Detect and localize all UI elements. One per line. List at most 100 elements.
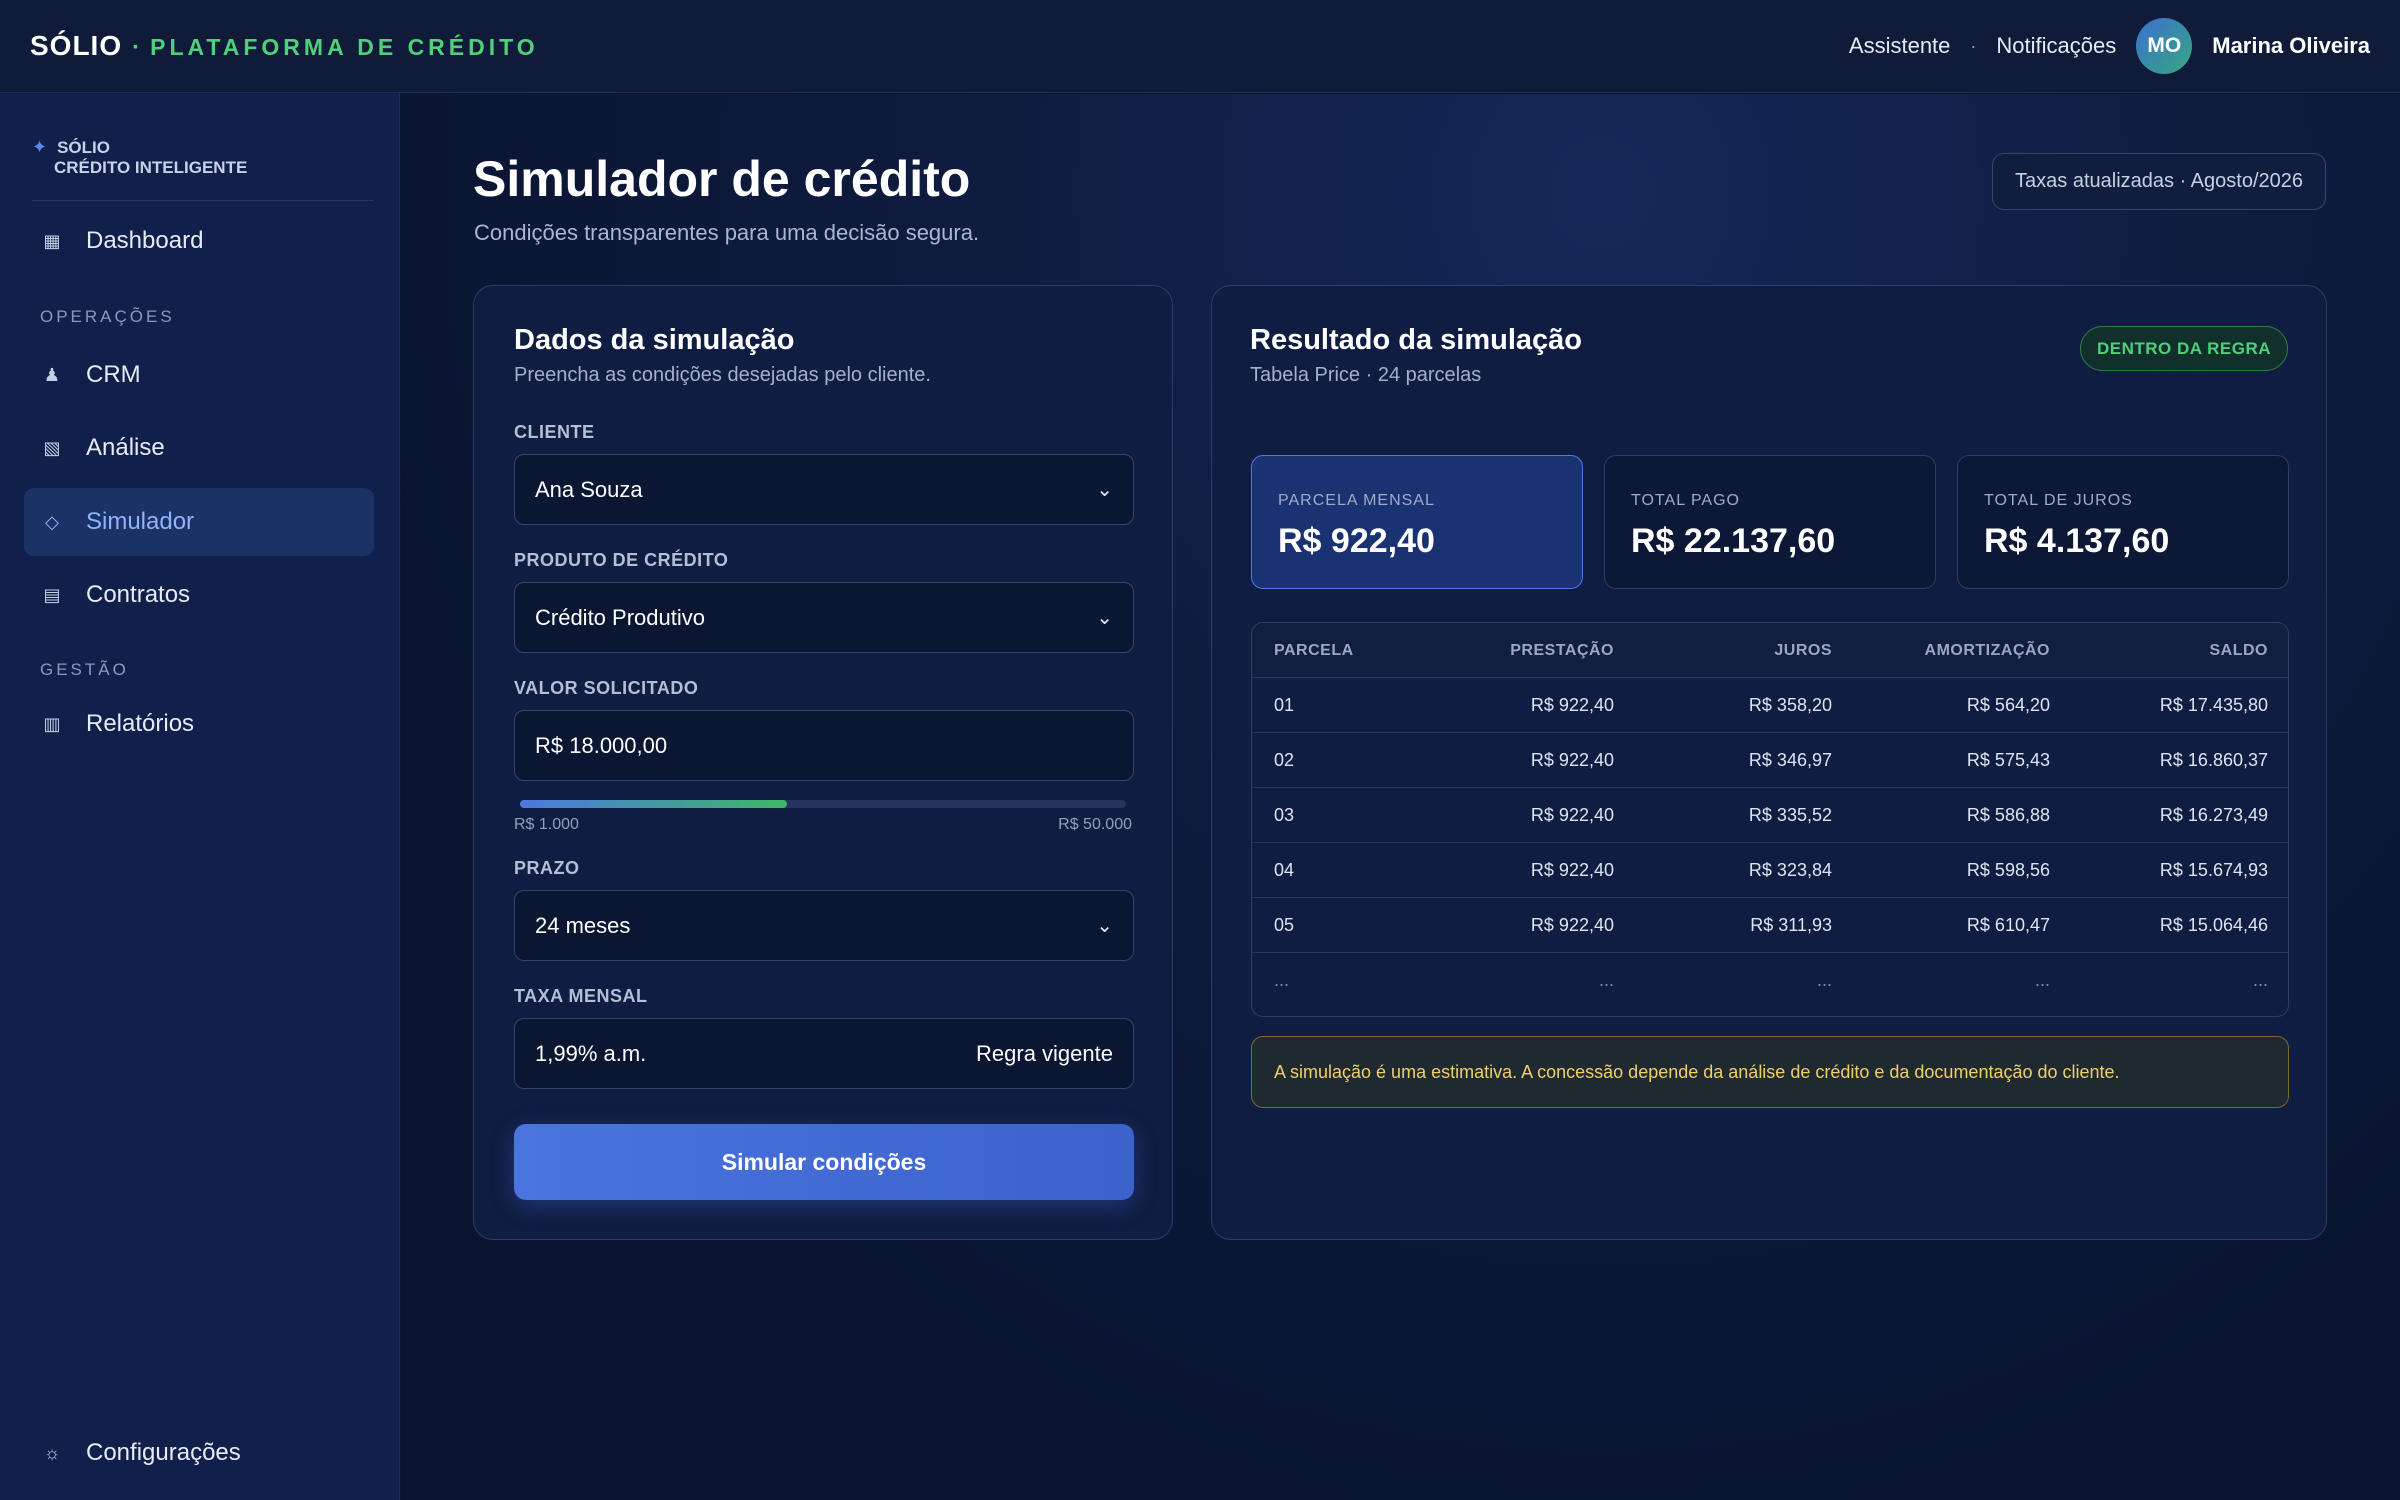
notifications-link[interactable]: Notificações bbox=[1996, 33, 2116, 59]
rates-updated-badge: Taxas atualizadas · Agosto/2026 bbox=[1992, 153, 2326, 210]
cell-payment: ... bbox=[1598, 970, 1614, 990]
avatar[interactable]: MO bbox=[2136, 18, 2193, 74]
document-icon: ▤ bbox=[43, 584, 61, 605]
product-value: Crédito Produtivo bbox=[535, 604, 705, 630]
product-select[interactable]: Crédito Produtivo ⌄ bbox=[514, 582, 1134, 653]
page-title: Simulador de crédito bbox=[473, 151, 971, 207]
cell-payment: R$ 922,40 bbox=[1530, 750, 1614, 770]
chevron-down-icon: ⌄ bbox=[1096, 607, 1113, 629]
page-subtitle: Condições transparentes para uma decisão… bbox=[474, 220, 980, 245]
cell-interest: R$ 323,84 bbox=[1748, 860, 1832, 880]
amortization-table: PARCELA PRESTAÇÃO JUROS AMORTIZAÇÃO SALD… bbox=[1251, 622, 2289, 1017]
amount-value: R$ 18.000,00 bbox=[535, 732, 668, 758]
cell-interest: R$ 358,20 bbox=[1748, 695, 1832, 715]
table-row: 03 R$ 922,40 R$ 335,52 R$ 586,88 R$ 16.2… bbox=[1252, 788, 2288, 843]
kpi-label: TOTAL PAGO bbox=[1631, 492, 1740, 509]
col-header-payment: PRESTAÇÃO bbox=[1510, 641, 1614, 659]
report-icon: ▥ bbox=[43, 713, 61, 734]
section-management: GESTÃO bbox=[40, 660, 129, 679]
table-row: 02 R$ 922,40 R$ 346,97 R$ 575,43 R$ 16.8… bbox=[1252, 733, 2288, 788]
result-title: Resultado da simulação bbox=[1250, 324, 1582, 356]
simulate-button[interactable]: Simular condições bbox=[514, 1124, 1134, 1200]
col-header-interest: JUROS bbox=[1774, 641, 1832, 659]
kpi-label: PARCELA MENSAL bbox=[1278, 492, 1435, 509]
sidebar-item-crm[interactable]: ♟ CRM bbox=[24, 341, 374, 409]
client-select[interactable]: Ana Souza ⌄ bbox=[514, 454, 1134, 525]
chevron-down-icon: ⌄ bbox=[1096, 479, 1113, 501]
chevron-down-icon: ⌄ bbox=[1096, 915, 1113, 937]
amount-input[interactable]: R$ 18.000,00 bbox=[514, 710, 1134, 781]
assistant-link[interactable]: Assistente bbox=[1849, 33, 1951, 59]
cell-balance: ... bbox=[2252, 970, 2268, 990]
sidebar-item-configuracoes[interactable]: ☼ Configurações bbox=[24, 1419, 374, 1487]
product-label: PRODUTO DE CRÉDITO bbox=[514, 550, 729, 570]
estimate-notice: A simulação é uma estimativa. A concessã… bbox=[1251, 1036, 2289, 1108]
amount-label: VALOR SOLICITADO bbox=[514, 678, 699, 698]
table-row: 05 R$ 922,40 R$ 311,93 R$ 610,47 R$ 15.0… bbox=[1252, 898, 2288, 953]
col-header-amortization: AMORTIZAÇÃO bbox=[1924, 641, 2050, 659]
range-max-label: R$ 50.000 bbox=[1058, 816, 1132, 833]
brand-name: SÓLIO bbox=[30, 30, 123, 61]
sidebar-item-analise[interactable]: ▧ Análise bbox=[24, 414, 374, 482]
form-title: Dados da simulação bbox=[514, 324, 795, 356]
sidebar-brand-tagline: CRÉDITO INTELIGENTE bbox=[54, 158, 248, 177]
col-header-installment: PARCELA bbox=[1274, 641, 1354, 659]
col-header-balance: SALDO bbox=[2209, 641, 2268, 659]
sidebar-brand: ✦ SÓLIO CRÉDITO INTELIGENTE bbox=[32, 137, 374, 201]
top-actions: Assistente · Notificações MO Marina Oliv… bbox=[1849, 18, 2370, 74]
brand[interactable]: SÓLIO · PLATAFORMA DE CRÉDITO bbox=[30, 30, 539, 62]
cell-balance: R$ 16.860,37 bbox=[2159, 750, 2268, 770]
person-icon: ♟ bbox=[43, 364, 61, 385]
table-row: 01 R$ 922,40 R$ 358,20 R$ 564,20 R$ 17.4… bbox=[1252, 678, 2288, 733]
dashboard-grid-icon: ▦ bbox=[43, 230, 61, 251]
cell-interest: ... bbox=[1816, 970, 1832, 990]
sidebar: ✦ SÓLIO CRÉDITO INTELIGENTE ▦ Dashboard O… bbox=[0, 93, 400, 1500]
cell-installment: 05 bbox=[1274, 915, 1295, 935]
brand-separator: · bbox=[132, 34, 141, 61]
cell-amortization: R$ 598,56 bbox=[1966, 860, 2050, 880]
user-name[interactable]: Marina Oliveira bbox=[2212, 33, 2370, 59]
kpi-total-interest[interactable]: TOTAL DE JUROS R$ 4.137,60 bbox=[1957, 455, 2289, 589]
result-subtitle: Tabela Price · 24 parcelas bbox=[1250, 364, 1482, 386]
cell-installment: 04 bbox=[1274, 860, 1295, 880]
term-label: PRAZO bbox=[514, 858, 580, 878]
simulation-form-card: Dados da simulação Preencha as condições… bbox=[473, 285, 1173, 1240]
kpi-value: R$ 22.137,60 bbox=[1631, 522, 1836, 560]
cell-amortization: R$ 586,88 bbox=[1966, 805, 2050, 825]
sidebar-item-dashboard[interactable]: ▦ Dashboard bbox=[24, 207, 374, 275]
form-subtitle: Preencha as condições desejadas pelo cli… bbox=[514, 364, 931, 386]
rate-label: TAXA MENSAL bbox=[514, 986, 648, 1006]
table-row-ellipsis: ... ... ... ... ... bbox=[1252, 953, 2288, 1008]
cell-interest: R$ 311,93 bbox=[1750, 915, 1832, 935]
cell-amortization: R$ 564,20 bbox=[1966, 695, 2050, 715]
cell-interest: R$ 335,52 bbox=[1748, 805, 1832, 825]
cell-payment: R$ 922,40 bbox=[1530, 805, 1614, 825]
term-value: 24 meses bbox=[535, 912, 631, 938]
term-select[interactable]: 24 meses ⌄ bbox=[514, 890, 1134, 961]
cell-payment: R$ 922,40 bbox=[1530, 695, 1614, 715]
sidebar-item-label: Contratos bbox=[86, 581, 191, 608]
cell-payment: R$ 922,40 bbox=[1530, 915, 1614, 935]
section-operations: OPERAÇÕES bbox=[40, 307, 175, 326]
cell-balance: R$ 16.273,49 bbox=[2159, 805, 2268, 825]
cell-installment: 02 bbox=[1274, 750, 1295, 770]
client-value: Ana Souza bbox=[535, 476, 643, 502]
cell-installment: 01 bbox=[1274, 695, 1295, 715]
rate-value: 1,99% a.m. bbox=[535, 1040, 647, 1066]
kpi-monthly-installment[interactable]: PARCELA MENSAL R$ 922,40 bbox=[1251, 455, 1583, 589]
rate-field[interactable]: 1,99% a.m. Regra vigente bbox=[514, 1018, 1134, 1089]
top-separator: · bbox=[1970, 35, 1977, 56]
cell-amortization: R$ 610,47 bbox=[1966, 915, 2050, 935]
brand-subtitle: PLATAFORMA DE CRÉDITO bbox=[150, 34, 539, 60]
kpi-label: TOTAL DE JUROS bbox=[1984, 492, 2133, 509]
cell-balance: R$ 17.435,80 bbox=[2159, 695, 2268, 715]
kpi-total-paid[interactable]: TOTAL PAGO R$ 22.137,60 bbox=[1604, 455, 1936, 589]
cell-amortization: R$ 575,43 bbox=[1966, 750, 2050, 770]
sidebar-item-simulador[interactable]: ◇ Simulador bbox=[24, 488, 374, 556]
cell-balance: R$ 15.064,46 bbox=[2159, 915, 2268, 935]
sidebar-item-contratos[interactable]: ▤ Contratos bbox=[24, 561, 374, 629]
amount-slider[interactable] bbox=[520, 800, 1126, 808]
sidebar-item-relatorios[interactable]: ▥ Relatórios bbox=[24, 690, 374, 758]
cell-amortization: ... bbox=[2034, 970, 2050, 990]
cell-payment: R$ 922,40 bbox=[1530, 860, 1614, 880]
